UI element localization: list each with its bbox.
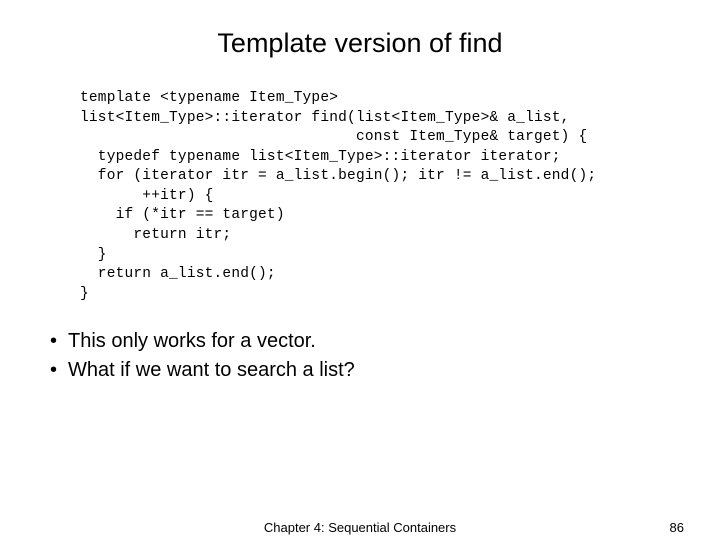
bullet-dot-icon: • [50, 328, 68, 355]
bullet-dot-icon: • [50, 357, 68, 384]
slide-title: Template version of find [40, 28, 680, 59]
bullet-text: This only works for a vector. [68, 328, 316, 355]
footer-chapter: Chapter 4: Sequential Containers [264, 520, 456, 535]
code-block: template <typename Item_Type> list<Item_… [80, 89, 680, 304]
bullet-list: • This only works for a vector. • What i… [50, 328, 680, 384]
page-number: 86 [670, 520, 684, 535]
bullet-item: • What if we want to search a list? [50, 357, 680, 384]
bullet-text: What if we want to search a list? [68, 357, 355, 384]
bullet-item: • This only works for a vector. [50, 328, 680, 355]
slide: Template version of find template <typen… [0, 0, 720, 540]
